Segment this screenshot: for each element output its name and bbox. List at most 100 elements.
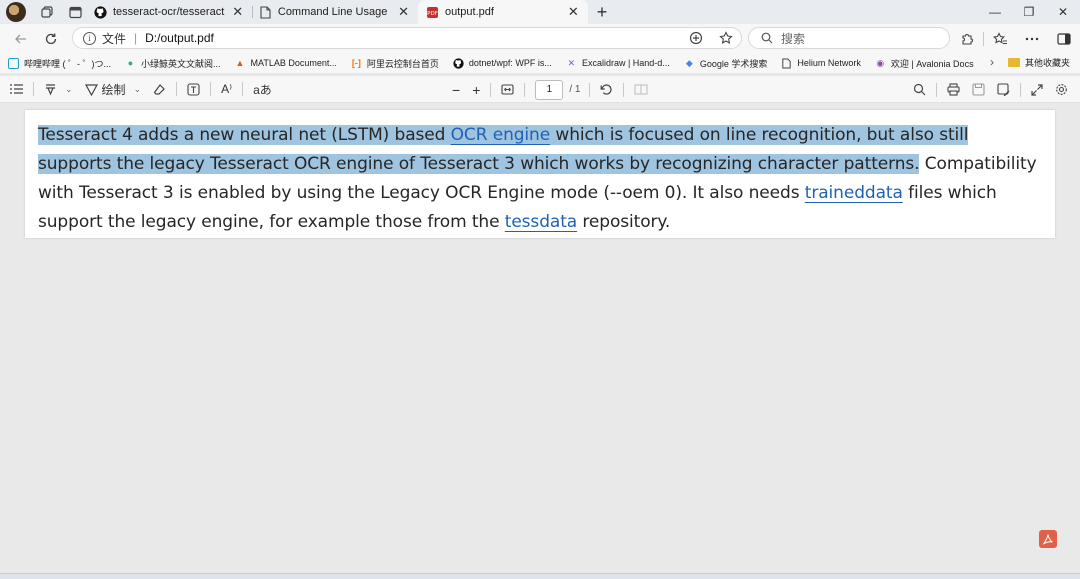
page-controls: − + 1 / 1	[446, 76, 654, 103]
read-aloud-button[interactable]: A⁾	[215, 76, 238, 103]
bookmark-matlab[interactable]: ▲ MATLAB Document...	[235, 58, 337, 69]
tab-output-pdf[interactable]: PDF output.pdf ✕	[418, 0, 588, 24]
save-button[interactable]	[966, 76, 991, 103]
tab-title: Command Line Usage | tessdoc	[277, 6, 391, 18]
draw-pen-icon	[84, 83, 98, 96]
profile-avatar[interactable]	[6, 2, 26, 22]
search-input[interactable]: 搜索	[748, 27, 950, 49]
translate-button[interactable]: aあ	[247, 76, 278, 103]
folder-icon	[1007, 58, 1020, 67]
bookmark-label: 哔哩哔哩 ( ゜- ゜)つ...	[24, 58, 111, 69]
eraser-icon	[153, 83, 165, 95]
list-icon	[10, 84, 23, 94]
workspaces-icon[interactable]	[40, 5, 54, 19]
tab-lead	[0, 0, 86, 24]
chevron-down-icon[interactable]: ⌄	[65, 84, 73, 95]
address-input[interactable]: i 文件 | D:/output.pdf	[72, 27, 742, 49]
bookmark-dotnet-wpf[interactable]: dotnet/wpf: WPF is...	[453, 57, 552, 69]
link-tessdata[interactable]: tessdata	[505, 212, 577, 232]
read-aloud-icon: A⁾	[221, 82, 233, 96]
acrobat-icon[interactable]	[1039, 530, 1057, 548]
back-arrow-icon	[15, 34, 26, 43]
close-window-button[interactable]: ✕	[1046, 0, 1080, 24]
pdf-actions	[907, 76, 1074, 103]
rotate-button[interactable]	[594, 76, 619, 103]
toolbar-divider	[588, 82, 590, 97]
fullscreen-button[interactable]	[1025, 76, 1049, 103]
new-tab-button[interactable]: +	[588, 0, 616, 24]
toolbar-divider	[176, 82, 178, 96]
more-options-icon[interactable]	[1016, 37, 1048, 41]
pdf-toolbar: ⌄ 绘制 ⌄ A⁾ aあ − + 1 / 1	[0, 76, 1080, 103]
refresh-button[interactable]	[36, 24, 66, 53]
page-number-input[interactable]: 1	[535, 79, 564, 100]
bookmark-bilibili[interactable]: 哔哩哔哩 ( ゜- ゜)つ...	[8, 57, 111, 70]
expand-icon	[1031, 83, 1043, 96]
scholar-icon: ◆	[685, 57, 693, 68]
contents-button[interactable]	[0, 76, 29, 103]
extensions-icon[interactable]	[951, 32, 983, 46]
link-ocr-engine[interactable]: OCR engine	[450, 125, 550, 145]
tab-title: tesseract-ocr/tesseract: Tesseract	[113, 6, 226, 18]
translate-icon: aあ	[253, 82, 272, 97]
bookmark-google-scholar[interactable]: ◆ Google 学术搜索	[684, 57, 768, 70]
maximize-button[interactable]: ❐	[1012, 0, 1046, 24]
bookmark-label: dotnet/wpf: WPF is...	[468, 58, 552, 68]
tab-strip: tesseract-ocr/tesseract: Tesseract ✕ Com…	[0, 0, 1080, 24]
back-button[interactable]	[6, 24, 36, 53]
toolbar-divider	[490, 82, 492, 97]
zoom-out-button[interactable]: −	[446, 76, 466, 103]
pdf-page[interactable]: Tesseract 4 adds a new neural net (LSTM)…	[25, 110, 1055, 238]
aliyun-icon: [-]	[351, 58, 361, 68]
toolbar-divider	[1020, 82, 1021, 97]
tab-command-line-usage[interactable]: Command Line Usage | tessdoc ✕	[252, 0, 418, 24]
selected-text: Tesseract 4 adds a new neural net (LSTM)…	[38, 125, 451, 145]
save-as-button[interactable]	[991, 76, 1016, 103]
text-box-icon	[187, 82, 200, 96]
sidebar-toggle-icon[interactable]	[1048, 32, 1080, 45]
tab-actions-icon[interactable]	[68, 5, 82, 19]
tab-tesseract-github[interactable]: tesseract-ocr/tesseract: Tesseract ✕	[86, 0, 252, 24]
bookmark-xiaolvjing[interactable]: ● 小绿鲸英文文献阅...	[125, 57, 221, 70]
bookmarks-overflow-chevron-icon[interactable]: ›	[990, 55, 994, 69]
whale-icon: ●	[127, 58, 134, 68]
bookmark-helium-network[interactable]: Helium Network	[781, 58, 861, 69]
taskbar-edge	[0, 573, 1080, 579]
document-paragraph[interactable]: Tesseract 4 adds a new neural net (LSTM)…	[38, 121, 1042, 237]
close-icon[interactable]: ✕	[397, 4, 410, 20]
close-icon[interactable]: ✕	[567, 4, 580, 20]
omnibox-actions	[689, 31, 733, 48]
minimize-button[interactable]: —	[978, 0, 1012, 24]
erase-button[interactable]	[147, 76, 172, 103]
favorite-star-icon[interactable]	[719, 31, 733, 48]
page-view-button[interactable]	[628, 76, 654, 103]
page-icon	[260, 5, 272, 19]
draw-label: 绘制	[101, 82, 126, 97]
print-button[interactable]	[941, 76, 966, 103]
bookmark-label: 欢迎 | Avalonia Docs	[890, 58, 974, 69]
highlighter-icon	[46, 83, 55, 96]
page-total: / 1	[569, 84, 581, 95]
info-icon[interactable]: i	[83, 31, 96, 45]
other-favorites-folder[interactable]: 其他收藏夹	[1007, 56, 1070, 69]
toolbar-divider	[33, 82, 34, 96]
link-traineddata[interactable]: traineddata	[805, 183, 903, 203]
settings-button[interactable]	[1049, 76, 1074, 103]
avalonia-icon: ◉	[876, 57, 885, 68]
zoom-in-button[interactable]: +	[466, 76, 486, 103]
translate-page-icon[interactable]	[689, 31, 703, 48]
url-scheme-label: 文件	[102, 31, 127, 46]
favorites-icon[interactable]	[984, 31, 1016, 46]
highlight-button[interactable]: ⌄	[38, 76, 79, 103]
bookmark-excalidraw[interactable]: ✕ Excalidraw | Hand-d...	[566, 58, 670, 69]
pdf-viewer[interactable]: Tesseract 4 adds a new neural net (LSTM)…	[0, 103, 1080, 573]
bookmark-avalonia[interactable]: ◉ 欢迎 | Avalonia Docs	[875, 57, 974, 70]
fit-page-button[interactable]	[495, 76, 520, 103]
draw-button[interactable]: 绘制 ⌄	[79, 76, 148, 103]
gear-icon	[1056, 84, 1067, 95]
close-icon[interactable]: ✕	[231, 4, 244, 20]
bookmark-aliyun[interactable]: [-] 阿里云控制台首页	[351, 57, 439, 70]
find-button[interactable]	[907, 76, 932, 103]
chevron-down-icon[interactable]: ⌄	[134, 84, 142, 95]
add-text-button[interactable]	[181, 76, 206, 103]
